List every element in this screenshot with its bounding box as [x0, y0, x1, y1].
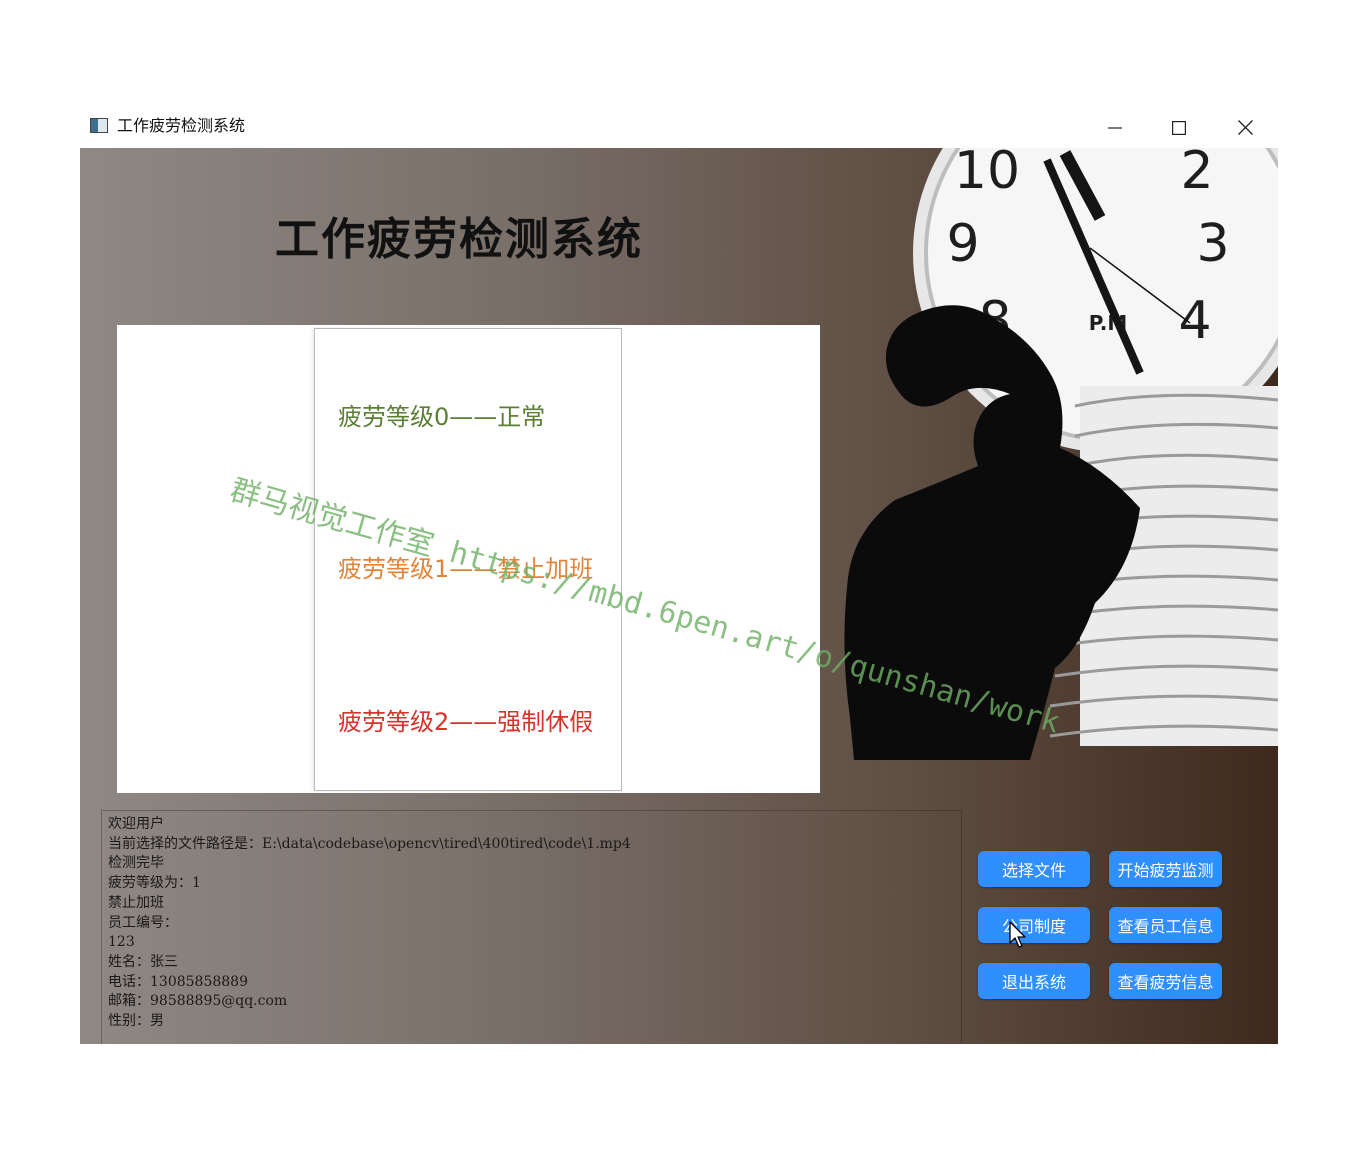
svg-text:3: 3 [1196, 214, 1229, 274]
fatigue-level-legend: 疲劳等级0——正常 疲劳等级1——禁止加班 疲劳等级2——强制休假 [314, 328, 622, 791]
minimize-icon [1108, 126, 1122, 129]
close-icon [1237, 120, 1253, 135]
minimize-button[interactable] [1082, 107, 1148, 148]
maximize-button[interactable] [1146, 107, 1212, 148]
app-icon [90, 118, 108, 133]
svg-text:4: 4 [1178, 291, 1211, 351]
fatigue-illustration: 10 2 9 3 4 8 P.M [844, 148, 1278, 760]
fatigue-level-1: 疲劳等级1——禁止加班 [338, 555, 594, 583]
log-line: 邮箱：98588895@qq.com [108, 993, 288, 1010]
svg-text:9: 9 [946, 214, 979, 274]
detection-display: 疲劳等级0——正常 疲劳等级1——禁止加班 疲劳等级2——强制休假 [117, 325, 820, 793]
log-line: 当前选择的文件路径是：E:\data\codebase\opencv\tired… [108, 835, 631, 852]
view-fatigue-button[interactable]: 查看疲劳信息 [1109, 963, 1222, 999]
log-line: 禁止加班 [108, 894, 164, 911]
svg-text:2: 2 [1180, 148, 1213, 201]
view-employee-button[interactable]: 查看员工信息 [1109, 907, 1222, 943]
mouse-cursor-icon [1009, 921, 1026, 948]
company-policy-button[interactable]: 公司制度 [978, 907, 1090, 943]
log-line: 疲劳等级为：1 [108, 875, 201, 892]
select-file-button[interactable]: 选择文件 [978, 851, 1090, 887]
exit-button[interactable]: 退出系统 [978, 963, 1090, 999]
log-line: 员工编号： [108, 914, 178, 931]
fatigue-level-0: 疲劳等级0——正常 [338, 403, 546, 431]
maximize-icon [1172, 120, 1186, 135]
svg-text:10: 10 [954, 148, 1020, 201]
app-title: 工作疲劳检测系统 [275, 214, 643, 265]
start-detection-button[interactable]: 开始疲劳监测 [1109, 851, 1222, 887]
app-window: 工作疲劳检测系统 工作疲劳检测系统 10 2 9 3 4 8 P.M [80, 107, 1278, 1044]
log-line: 性别：男 [108, 1013, 164, 1030]
log-line: 欢迎用户 [108, 816, 164, 832]
title-bar[interactable]: 工作疲劳检测系统 [80, 107, 1278, 148]
close-button[interactable] [1212, 107, 1278, 148]
output-log[interactable]: 欢迎用户 当前选择的文件路径是：E:\data\codebase\opencv\… [101, 810, 962, 1044]
log-line: 电话：13085858889 [108, 973, 248, 990]
main-area: 工作疲劳检测系统 10 2 9 3 4 8 P.M [80, 148, 1278, 1044]
log-line: 123 [108, 934, 135, 951]
window-title: 工作疲劳检测系统 [117, 116, 246, 135]
fatigue-level-2: 疲劳等级2——强制休假 [338, 708, 594, 736]
log-line: 姓名：张三 [108, 953, 178, 970]
log-line: 检测完毕 [108, 855, 164, 872]
